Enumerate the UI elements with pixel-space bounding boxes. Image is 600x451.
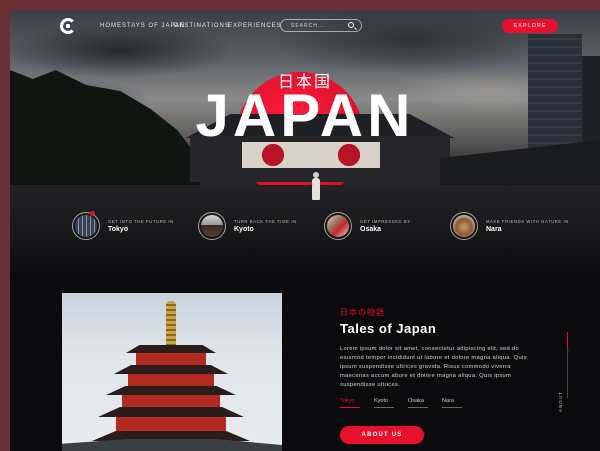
nav-link-destinations[interactable]: DESTINATIONS <box>174 23 230 29</box>
city-indicator-dot <box>90 211 95 216</box>
city-name: Nara <box>486 226 502 233</box>
section-body: Lorem ipsum dolor sit amet, consectetur … <box>340 346 527 388</box>
tab-osaka[interactable]: Osaka <box>408 398 424 404</box>
nav-link-homestays[interactable]: HOMESTAYS OF JAPAN <box>100 23 185 29</box>
city-thumbnail <box>324 212 352 240</box>
tab-underline <box>408 407 428 408</box>
pagoda-photo <box>62 293 282 451</box>
city-thumbnail <box>198 212 226 240</box>
search-box <box>280 19 362 32</box>
explore-button[interactable]: EXPLORE <box>502 19 558 33</box>
hero-walking-figure <box>312 172 320 200</box>
tab-nara[interactable]: Nara <box>442 398 454 404</box>
city-thumbnail <box>450 212 478 240</box>
city-tagline: TURN BACK THE TIME IN <box>234 219 297 224</box>
hero-banner: 日本国 JAPAN HOMESTAYS OF JAPAN DESTINATION… <box>10 10 600 280</box>
city-tagline: GET INTO THE FUTURE IN <box>108 219 174 224</box>
pagoda-spire <box>166 301 176 347</box>
city-tagline: MAKE FRIENDS WITH NATURE IN <box>486 219 569 224</box>
tab-underline <box>340 407 360 408</box>
search-icon[interactable] <box>348 22 354 28</box>
city-name: Tokyo <box>108 226 129 233</box>
side-section-label: ABOUT <box>558 391 563 412</box>
scroll-thumb[interactable] <box>567 332 568 348</box>
hero-ground <box>10 185 600 280</box>
city-tagline: GET IMPRESSED BY <box>360 219 411 224</box>
tab-underline <box>374 407 394 408</box>
top-navigation: HOMESTAYS OF JAPAN DESTINATIONS EXPERIEN… <box>10 10 600 44</box>
city-name: Osaka <box>360 226 382 233</box>
page-frame: 日本国 JAPAN HOMESTAYS OF JAPAN DESTINATION… <box>10 10 600 451</box>
hero-title: JAPAN <box>195 82 415 149</box>
city-name: Kyoto <box>234 226 254 233</box>
about-us-button[interactable]: ABOUT US <box>340 426 424 444</box>
tab-underline <box>442 407 462 408</box>
tab-tokyo[interactable]: Tokyo <box>340 398 354 404</box>
tab-kyoto[interactable]: Kyoto <box>374 398 388 404</box>
section-title: Tales of Japan <box>340 321 437 336</box>
logo-icon[interactable] <box>60 18 76 34</box>
city-thumbnail <box>72 212 100 240</box>
section-subtitle-jp: 日本の物語 <box>340 308 385 317</box>
nav-link-experiences[interactable]: EXPERIENCES <box>228 23 282 29</box>
search-input[interactable] <box>291 22 347 30</box>
